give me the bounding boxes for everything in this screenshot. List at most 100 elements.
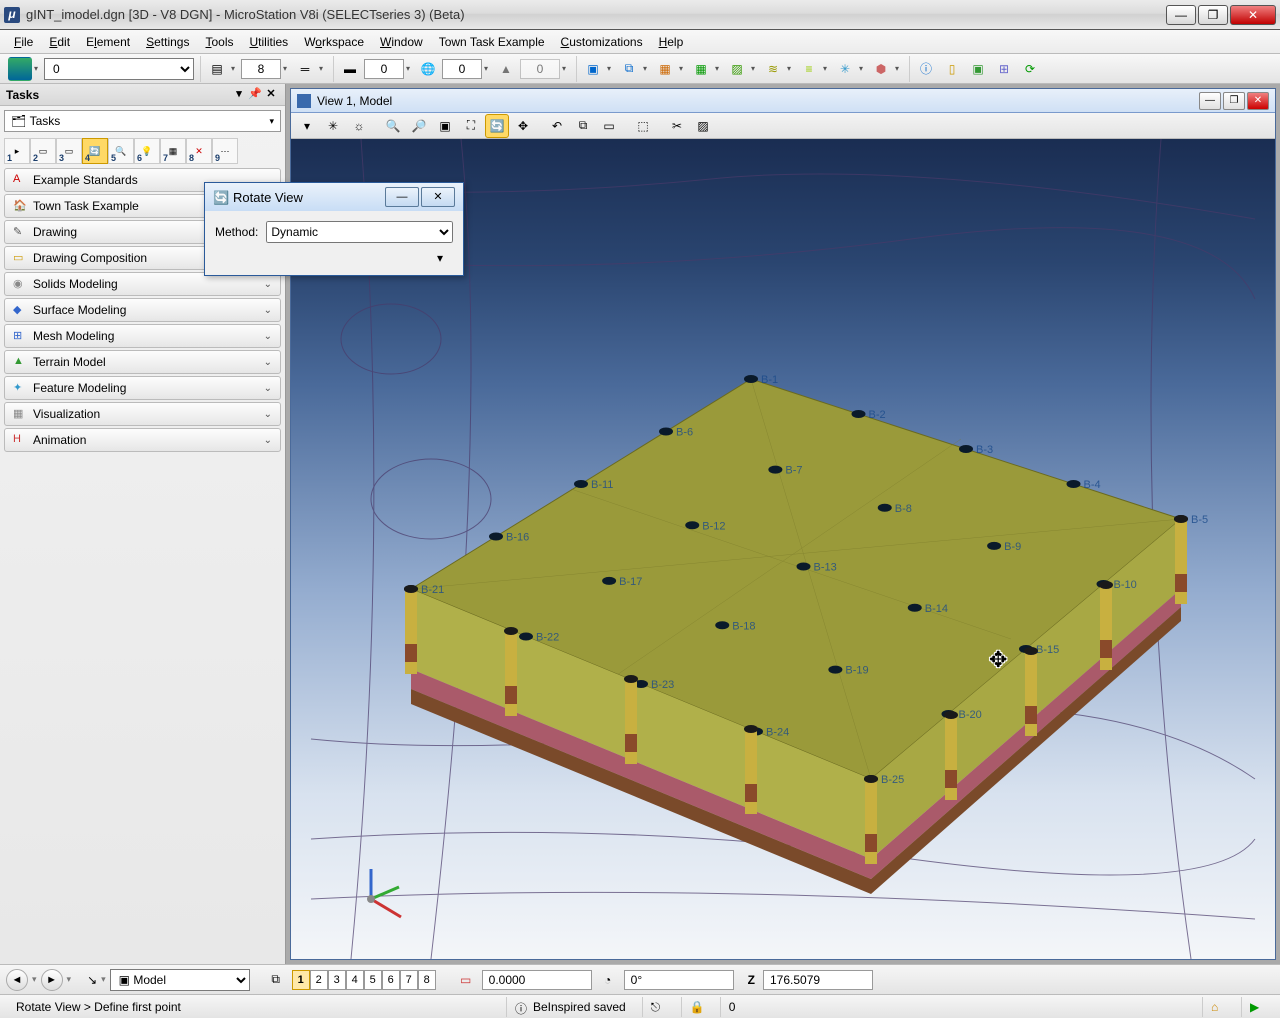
menu-help[interactable]: Help (651, 32, 692, 52)
view-button-6[interactable]: 6 (382, 970, 400, 990)
count2[interactable] (364, 59, 404, 79)
menu-workspace[interactable]: Workspace (296, 32, 372, 52)
menu-file[interactable]: File (6, 32, 41, 52)
info-button[interactable]: ⓘ (914, 57, 938, 81)
model-select[interactable]: ▣ Model (110, 969, 250, 991)
level-select[interactable]: 0 (44, 58, 194, 80)
task-category-animation[interactable]: HAnimation⌄ (4, 428, 281, 452)
secondary-dropdown[interactable]: ▾ (437, 251, 443, 265)
window-area-button[interactable]: ▣ (433, 114, 457, 138)
close-button[interactable]: ✕ (1230, 5, 1276, 25)
view-display-button[interactable]: ✳ (321, 114, 345, 138)
models-button[interactable]: ▣ (581, 57, 605, 81)
view-next-button[interactable]: ⧉ (571, 114, 595, 138)
view-close-button[interactable]: ✕ (1247, 92, 1269, 110)
view-perspective-button[interactable]: ⬚ (631, 114, 655, 138)
view-button-2[interactable]: 2 (310, 970, 328, 990)
home-icon[interactable]: ⌂ (1211, 1000, 1225, 1014)
coord-readout-icon[interactable]: ▭ (454, 968, 478, 992)
task-icon-2[interactable]: ▭2 (30, 138, 56, 164)
raster-button[interactable]: ▨ (725, 57, 749, 81)
dialog-minimize-button[interactable]: — (385, 187, 419, 207)
zoom-out-button[interactable]: 🔎 (407, 114, 431, 138)
tasks-menu-icon[interactable]: ▾ (231, 87, 247, 103)
lineweight-value[interactable] (241, 59, 281, 79)
nav-back-button[interactable]: ◄ (6, 969, 28, 991)
task-category-visualization[interactable]: ▦Visualization⌄ (4, 402, 281, 426)
color-picker-button[interactable] (8, 57, 32, 81)
angle-icon[interactable]: ◔ (596, 968, 620, 992)
angle-field[interactable]: 0° (624, 970, 734, 990)
task-icon-8[interactable]: ✕8 (186, 138, 212, 164)
publish-button[interactable]: ⊞ (992, 57, 1016, 81)
tasks-close-icon[interactable]: ✕ (263, 87, 279, 103)
menu-tools[interactable]: Tools (197, 32, 241, 52)
view-button-4[interactable]: 4 (346, 970, 364, 990)
view-button-7[interactable]: 7 (400, 970, 418, 990)
view-button-8[interactable]: 8 (418, 970, 436, 990)
key-in-button[interactable]: ⬢ (869, 57, 893, 81)
references-button[interactable]: ⧉ (617, 57, 641, 81)
markup-button[interactable]: ▣ (966, 57, 990, 81)
zoom-in-button[interactable]: 🔍 (381, 114, 405, 138)
snap-icon[interactable]: ⎋ (651, 1000, 665, 1014)
task-icon-6[interactable]: 💡6 (134, 138, 160, 164)
task-icon-4[interactable]: 🔄4 (82, 138, 108, 164)
level-manager-button[interactable]: ▦ (653, 57, 677, 81)
tasks-pin-icon[interactable]: 📌 (247, 87, 263, 103)
dialog-close-button[interactable]: ✕ (421, 187, 455, 207)
pan-view-button[interactable]: ✥ (511, 114, 535, 138)
z-field[interactable]: 176.5079 (763, 970, 873, 990)
copy-view-button[interactable]: ▭ (597, 114, 621, 138)
point-cloud-button[interactable]: ≋ (761, 57, 785, 81)
saved-views-button[interactable]: ≡ (797, 57, 821, 81)
menu-element[interactable]: Element (78, 32, 138, 52)
fit-view-button[interactable]: ⛶ (459, 114, 483, 138)
view-prev-button[interactable]: ↶ (545, 114, 569, 138)
minimize-button[interactable]: — (1166, 5, 1196, 25)
linestyle-button[interactable]: ▤ (205, 57, 229, 81)
view-brightness-button[interactable]: ☼ (347, 114, 371, 138)
view-minimize-button[interactable]: — (1199, 92, 1221, 110)
menu-utilities[interactable]: Utilities (242, 32, 297, 52)
menu-window[interactable]: Window (372, 32, 431, 52)
view-groups-button[interactable]: ⧉ (264, 968, 288, 992)
accudraw-button[interactable]: ✳ (833, 57, 857, 81)
task-icon-7[interactable]: ▦7 (160, 138, 186, 164)
running-icon[interactable]: ▶ (1250, 1000, 1264, 1014)
rotate-view-button[interactable]: 🔄 (485, 114, 509, 138)
task-category-mesh-modeling[interactable]: ⊞Mesh Modeling⌄ (4, 324, 281, 348)
method-select[interactable]: Dynamic (266, 221, 453, 243)
count3[interactable] (442, 59, 482, 79)
menu-edit[interactable]: Edit (41, 32, 78, 52)
view-button-1[interactable]: 1 (292, 970, 310, 990)
view-button-3[interactable]: 3 (328, 970, 346, 990)
explorer-button[interactable]: ▯ (940, 57, 964, 81)
template-button[interactable]: ▲ (494, 57, 518, 81)
dialog-titlebar[interactable]: 🔄 Rotate View — ✕ (205, 183, 463, 211)
menu-customizations[interactable]: Customizations (553, 32, 651, 52)
task-category-surface-modeling[interactable]: ◆Surface Modeling⌄ (4, 298, 281, 322)
maximize-button[interactable]: ❐ (1198, 5, 1228, 25)
cells-button[interactable]: ▦ (689, 57, 713, 81)
globe-button[interactable]: 🌐 (416, 57, 440, 81)
clip-volume-button[interactable]: ✂ (665, 114, 689, 138)
count4[interactable] (520, 59, 560, 79)
lock-icon[interactable]: 🔒 (690, 1000, 704, 1014)
tasks-combo[interactable]: 🗂 Tasks ▾ (4, 110, 281, 132)
menu-town-task[interactable]: Town Task Example (431, 32, 553, 52)
coord-x-field[interactable]: 0.0000 (482, 970, 592, 990)
clip-mask-button[interactable]: ▨ (691, 114, 715, 138)
task-icon-9[interactable]: ⋯9 (212, 138, 238, 164)
task-icon-1[interactable]: ▸1 (4, 138, 30, 164)
task-icon-5[interactable]: 🔍5 (108, 138, 134, 164)
menu-settings[interactable]: Settings (138, 32, 197, 52)
nav-fwd-button[interactable]: ► (41, 969, 63, 991)
view-button-5[interactable]: 5 (364, 970, 382, 990)
refresh-button[interactable]: ⟳ (1018, 57, 1042, 81)
task-icon-3[interactable]: ▭3 (56, 138, 82, 164)
view-maximize-button[interactable]: ❐ (1223, 92, 1245, 110)
element-class-button[interactable]: ▬ (338, 57, 362, 81)
view-attributes-button[interactable]: ▾ (295, 114, 319, 138)
accusnap-icon[interactable]: ↘ (87, 973, 97, 987)
